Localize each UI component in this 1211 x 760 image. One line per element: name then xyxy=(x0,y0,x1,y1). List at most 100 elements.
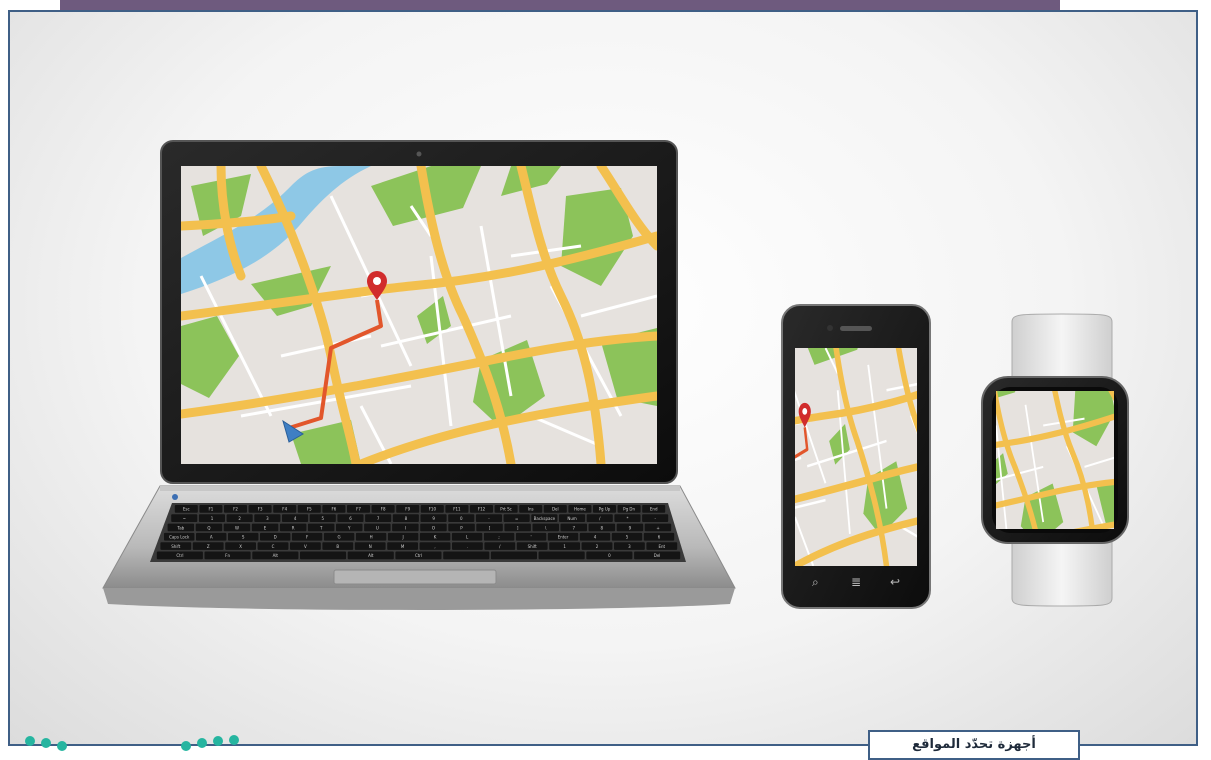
keyboard-key-label: Del xyxy=(654,553,661,558)
webcam-icon xyxy=(416,151,422,157)
keyboard-key-label: 2 xyxy=(596,544,599,549)
keyboard-key-label: Ctrl xyxy=(415,553,422,558)
keyboard-key-label: Fn xyxy=(225,553,230,558)
keyboard-key-label: F9 xyxy=(405,507,410,512)
keyboard-key-label: Ctrl xyxy=(176,553,183,558)
keyboard-key-label: F10 xyxy=(429,507,437,512)
keyboard-key-label: 7 xyxy=(573,525,576,530)
keyboard-key-label: * xyxy=(627,516,629,521)
keyboard-key-label: 9 xyxy=(629,525,632,530)
keyboard-key-label: ; xyxy=(498,535,499,540)
keyboard-key-label: , xyxy=(434,544,435,549)
keyboard-key xyxy=(443,551,490,560)
keyboard-key-label: Del xyxy=(552,507,559,512)
trackpad xyxy=(333,569,497,585)
keyboard-key-label: F11 xyxy=(453,507,461,512)
laptop-map-screen xyxy=(181,166,657,464)
keyboard-key-label: 0 xyxy=(460,516,463,521)
keyboard-key-label: Shift xyxy=(528,544,538,549)
keyboard-key-label: I xyxy=(405,525,406,530)
keyboard-key-label: = xyxy=(515,516,518,521)
keyboard-key-label: Tab xyxy=(176,525,184,530)
phone-back-icon: ↩ xyxy=(890,575,900,589)
keyboard-key-label: 8 xyxy=(405,516,408,521)
keyboard-key-label: Caps Lock xyxy=(169,535,190,540)
keyboard-key xyxy=(538,551,585,560)
keyboard-key xyxy=(300,551,347,560)
keyboard-key-label: S xyxy=(242,535,245,540)
keyboard-key-label: Y xyxy=(347,525,351,530)
keyboard-key-label: F1 xyxy=(208,507,213,512)
phone-search-icon: ⌕ xyxy=(812,575,819,589)
keyboard-key xyxy=(490,551,537,560)
keyboard-key-label: 2 xyxy=(238,516,241,521)
keyboard-key-label: Alt xyxy=(368,553,374,558)
decorative-dots-icon xyxy=(25,735,239,751)
phone-speaker xyxy=(840,326,872,331)
keyboard-key-label: Pg Up xyxy=(599,507,611,512)
keyboard-key-label: U xyxy=(376,525,379,530)
keyboard-key-label: 4 xyxy=(594,535,597,540)
phone-menu-icon: ≣ xyxy=(851,575,861,589)
keyboard-key-label: Enter xyxy=(558,535,569,540)
keyboard-key-label: F2 xyxy=(233,507,238,512)
keyboard-key-label: N xyxy=(369,544,372,549)
caption-text: أجهزة تحدّد المواقع xyxy=(912,737,1036,752)
keyboard-key-label: 6 xyxy=(658,535,661,540)
keyboard-key-label: Z xyxy=(207,544,210,549)
smartphone-icon: ⌕ ≣ ↩ xyxy=(685,304,975,609)
laptop-icon: Esc F1 F2 F3 F4 F5 F6 F7 F8 F9 F10 F11 F12 Prt Sc Ins D… xyxy=(102,140,736,610)
keyboard-key-label: 8 xyxy=(601,525,604,530)
keyboard-key-label: Backspace xyxy=(534,516,556,521)
keyboard-key-label: X xyxy=(239,544,242,549)
keyboard-key-label: Alt xyxy=(273,553,279,558)
keyboard-key-label: T xyxy=(319,525,323,530)
keyboard-key-label: 5 xyxy=(626,535,629,540)
keyboard-key-label: 7 xyxy=(377,516,380,521)
keyboard-key-label: Home xyxy=(574,507,586,512)
laptop-keyboard: Esc F1 F2 F3 F4 F5 F6 F7 F8 F9 F10 F11 F12 Prt Sc Ins D… xyxy=(150,503,686,562)
keyboard-key-label: Q xyxy=(207,525,210,530)
keyboard-key-label: Num xyxy=(567,516,577,521)
keyboard-key-label: O xyxy=(432,525,435,530)
keyboard-key-label: F4 xyxy=(282,507,287,512)
keyboard-key-label: F12 xyxy=(478,507,486,512)
keyboard-key-label: W xyxy=(235,525,239,530)
keyboard-key-label: M xyxy=(401,544,405,549)
keyboard-key-label: Ins xyxy=(528,507,534,512)
keyboard-key-label: 3 xyxy=(266,516,269,521)
keyboard-key-label: F5 xyxy=(307,507,312,512)
caption-box: أجهزة تحدّد المواقع xyxy=(868,730,1080,760)
keyboard-key-label: Pg Dn xyxy=(623,507,635,512)
keyboard-key-label: C xyxy=(272,544,275,549)
phone-map-screen xyxy=(685,314,975,566)
devices-illustration: Esc F1 F2 F3 F4 F5 F6 F7 F8 F9 F10 F11 F12 Prt Sc Ins D… xyxy=(25,140,1129,751)
keyboard-key-label: End xyxy=(650,507,658,512)
keyboard-key-label: V xyxy=(304,544,307,549)
keyboard-key-label: H xyxy=(370,535,373,540)
keyboard-key-label: G xyxy=(338,535,341,540)
keyboard-key-label: B xyxy=(336,544,339,549)
keyboard-key-label: ~ xyxy=(183,516,186,521)
keyboard-key-label: Ent xyxy=(658,544,665,549)
keyboard-key-label: 5 xyxy=(322,516,325,521)
keyboard-key-label: 6 xyxy=(349,516,352,521)
keyboard-key-label: Shift xyxy=(171,544,181,549)
keyboard-key-label: F7 xyxy=(356,507,361,512)
keyboard-key-label: + xyxy=(656,525,659,530)
keyboard-key-label: Prt Sc xyxy=(500,507,512,512)
keyboard-key-label: . xyxy=(467,544,468,549)
keyboard-key-label: ' xyxy=(531,535,532,540)
keyboard-key-label: F8 xyxy=(381,507,386,512)
keyboard-key-label: R xyxy=(292,525,295,530)
keyboard-key-label: F3 xyxy=(258,507,263,512)
keyboard-key-label: K xyxy=(434,535,437,540)
keyboard-key-label: 1 xyxy=(211,516,214,521)
keyboard-key-label: 3 xyxy=(628,544,631,549)
keyboard-key-label: 0 xyxy=(608,553,611,558)
keyboard-key-label: J xyxy=(402,535,404,540)
keyboard-key-label: D xyxy=(274,535,277,540)
keyboard-key-label: F6 xyxy=(331,507,336,512)
keyboard-key-label: Esc xyxy=(183,507,190,512)
keyboard-key-label: A xyxy=(210,535,213,540)
